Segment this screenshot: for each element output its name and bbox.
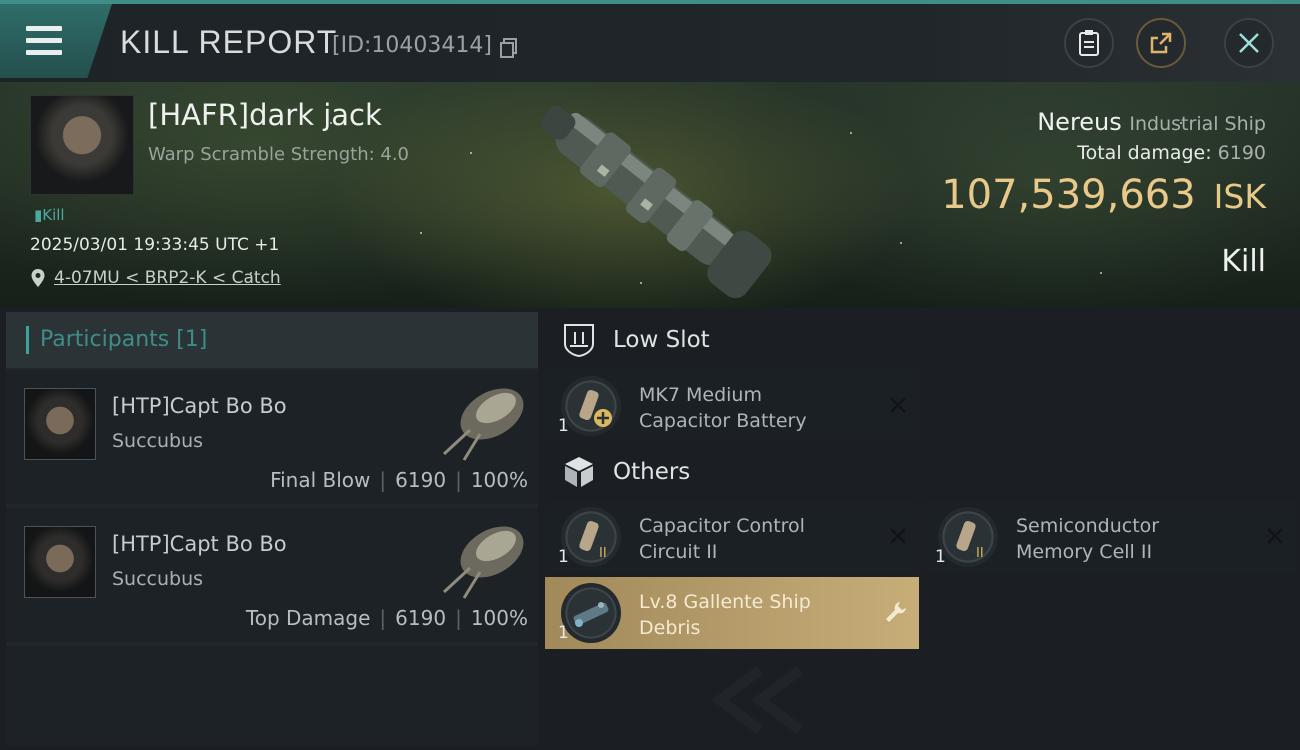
participant-percent: 100%: [470, 468, 528, 492]
item-name-line1: Semiconductor: [1016, 515, 1160, 537]
participant-role: Top Damage: [245, 606, 371, 630]
total-damage: Total damage: 6190: [1077, 142, 1266, 164]
ship-class: Industrial Ship: [1129, 113, 1266, 135]
location-pin-icon: [31, 269, 45, 287]
item-name-line1: Lv.8 Gallente Ship: [639, 591, 811, 613]
participant-avatar[interactable]: [24, 526, 96, 598]
item-name-line1: Capacitor Control: [639, 515, 805, 537]
item-name: MK7 Medium Capacitor Battery: [639, 382, 807, 434]
participant-row[interactable]: [HTP]Capt Bo Bo Succubus Final Blow | 6190…: [6, 370, 538, 504]
destroyed-x-icon: [1267, 528, 1283, 544]
ship-name: Nereus: [1037, 108, 1122, 136]
destroyed-x-icon: [890, 397, 906, 413]
participant-percent: 100%: [470, 606, 528, 630]
page-title: KILL REPORT: [120, 24, 338, 60]
item-name: Semiconductor Memory Cell II: [1016, 513, 1159, 565]
nereus-ship-image: [540, 105, 772, 299]
participant-damage: 6190: [395, 606, 447, 630]
clipboard-button[interactable]: [1064, 18, 1114, 68]
close-icon: [1239, 33, 1259, 53]
module-item[interactable]: II 1 Capacitor Control Circuit II: [545, 501, 919, 573]
participant-ship: Succubus: [112, 568, 204, 590]
participants-empty-area: [6, 646, 538, 746]
warp-scramble-strength: Warp Scramble Strength: 4.0: [148, 144, 410, 165]
victim-ship[interactable]: Nereus Industrial Ship: [1037, 108, 1266, 136]
ship-debris-icon: [561, 583, 621, 643]
participant-name[interactable]: [HTP]Capt Bo Bo: [112, 394, 287, 418]
clipboard-icon: [1079, 30, 1099, 56]
item-name-line2: Debris: [639, 617, 701, 639]
low-slot-icon: [564, 324, 594, 358]
share-button[interactable]: [1136, 18, 1186, 68]
memory-cell-icon: II: [938, 507, 998, 567]
participant-role: Final Blow: [270, 468, 371, 492]
wrench-icon[interactable]: [883, 599, 909, 625]
background-chevron-decoration: [711, 666, 803, 734]
participant-stats: Top Damage | 6190 | 100%: [245, 606, 528, 630]
participants-panel: Participants [1] [HTP]Capt Bo Bo Succubu…: [6, 312, 538, 746]
destroyed-x-icon: [890, 528, 906, 544]
total-damage-value: 6190: [1217, 142, 1266, 164]
module-item[interactable]: 1 MK7 Medium Capacitor Battery: [545, 370, 919, 442]
participant-ship: Succubus: [112, 430, 204, 452]
kill-tag: ▮Kill: [34, 206, 65, 224]
others-title: Others: [613, 459, 691, 485]
item-quantity: 1: [935, 547, 946, 567]
kill-result: Kill: [1221, 244, 1266, 279]
module-item[interactable]: II 1 Semiconductor Memory Cell II: [922, 501, 1296, 573]
participant-name[interactable]: [HTP]Capt Bo Bo: [112, 532, 287, 556]
succubus-ship-icon: [442, 526, 524, 599]
item-quantity: 1: [558, 416, 569, 436]
kill-datetime: 2025/03/01 19:33:45 UTC +1: [30, 235, 280, 255]
participant-damage: 6190: [395, 468, 447, 492]
participant-stats: Final Blow | 6190 | 100%: [270, 468, 528, 492]
item-name-line2: Memory Cell II: [1016, 541, 1153, 563]
others-cube-icon: [565, 457, 593, 487]
header-accent-bar: [26, 326, 29, 354]
item-name-line2: Circuit II: [639, 541, 718, 563]
item-quantity: 1: [558, 547, 569, 567]
item-quantity: 1: [558, 623, 569, 643]
item-name-line1: MK7 Medium: [639, 384, 762, 406]
participant-avatar[interactable]: [24, 388, 96, 460]
hamburger-menu-icon: [26, 26, 62, 56]
module-item-highlighted[interactable]: 1 Lv.8 Gallente Ship Debris: [545, 577, 919, 649]
isk-unit: ISK: [1213, 177, 1266, 216]
participants-header[interactable]: Participants [1]: [6, 312, 538, 368]
kill-tag-label: Kill: [42, 206, 65, 224]
svg-text:II: II: [599, 546, 607, 561]
svg-text:II: II: [976, 546, 984, 561]
participant-row[interactable]: [HTP]Capt Bo Bo Succubus Top Damage | 6190…: [6, 508, 538, 642]
victim-portrait[interactable]: [30, 95, 134, 195]
isk-amount: 107,539,663: [941, 172, 1196, 218]
isk-value: 107,539,663 ISK: [941, 172, 1266, 218]
close-button[interactable]: [1224, 18, 1274, 68]
total-damage-label: Total damage:: [1077, 142, 1212, 164]
item-name-line2: Capacitor Battery: [639, 410, 807, 432]
copy-icon[interactable]: [500, 38, 518, 58]
victim-name[interactable]: [HAFR]dark jack: [148, 98, 382, 132]
participants-title: Participants [1]: [40, 327, 208, 352]
succubus-ship-icon: [442, 388, 524, 461]
item-name: Lv.8 Gallente Ship Debris: [639, 589, 811, 641]
low-slot-title: Low Slot: [613, 327, 710, 353]
share-icon: [1150, 32, 1172, 54]
kill-summary-banner: [HAFR]dark jack Warp Scramble Strength: …: [0, 82, 1300, 308]
item-name: Capacitor Control Circuit II: [639, 513, 805, 565]
location-link[interactable]: 4-07MU < BRP2-K < Catch: [54, 268, 281, 288]
capacitor-circuit-icon: II: [561, 507, 621, 567]
report-id: [ID:10403414]: [332, 33, 492, 58]
capacitor-battery-icon: [561, 376, 621, 436]
